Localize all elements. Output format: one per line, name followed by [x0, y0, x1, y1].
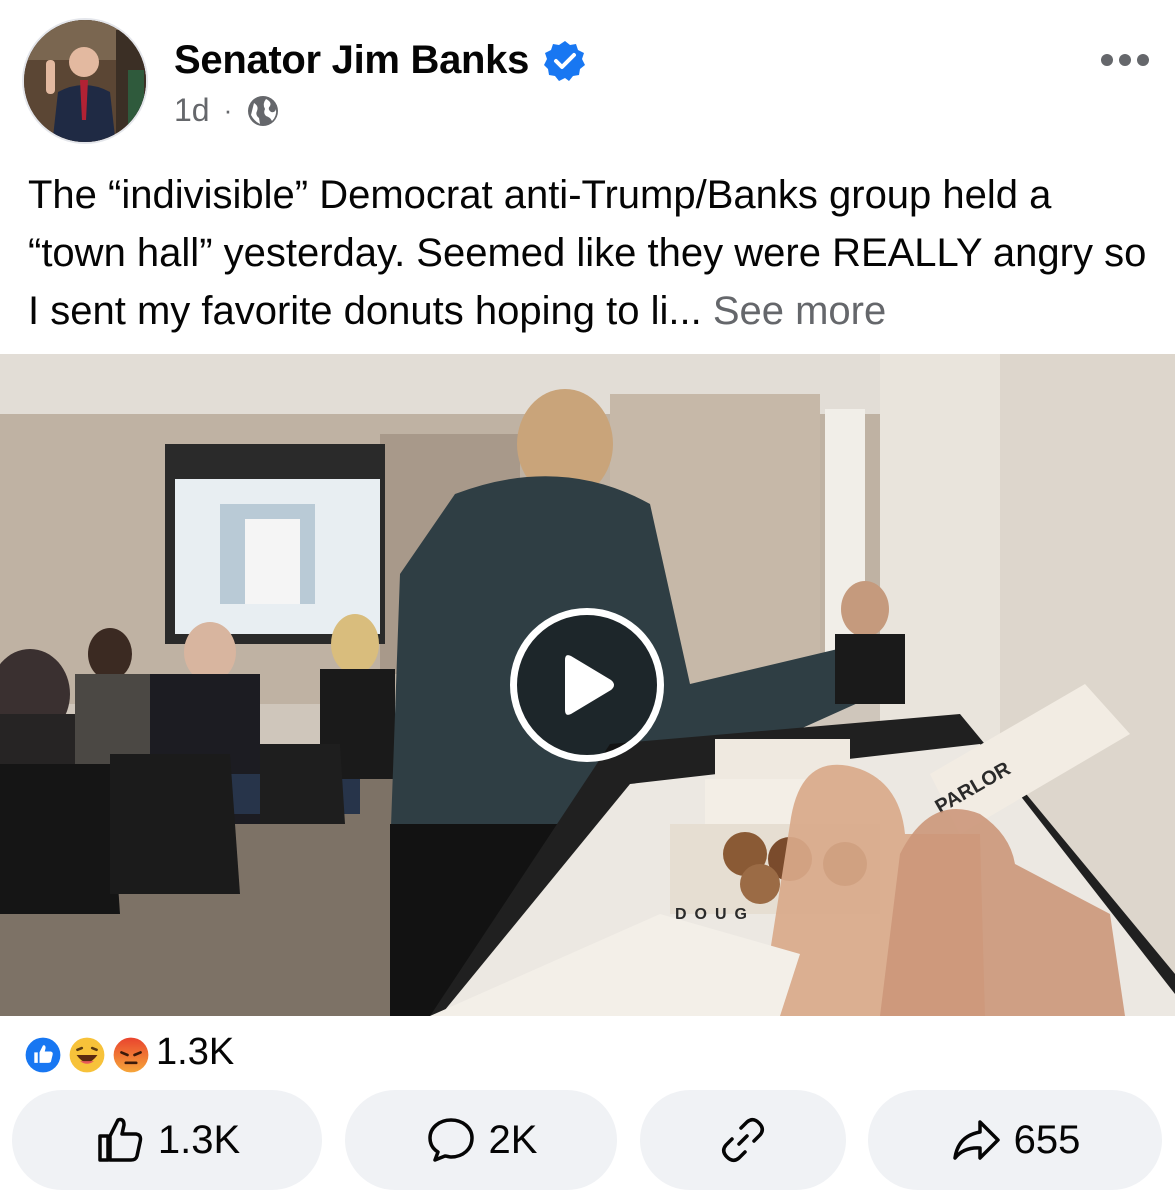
more-dot	[1101, 54, 1113, 66]
facebook-post: Senator Jim Banks 1d · The “indivisible”…	[0, 0, 1175, 1200]
comment-icon	[427, 1118, 474, 1162]
more-dot	[1119, 54, 1131, 66]
angry-reaction-icon	[108, 1032, 154, 1078]
like-count: 1.3K	[157, 1117, 241, 1162]
reaction-icons	[20, 1029, 160, 1078]
post-time[interactable]: 1d	[174, 92, 210, 129]
post-header: Senator Jim Banks 1d ·	[0, 0, 1175, 160]
comment-button[interactable]: 2K	[345, 1090, 617, 1190]
meta-separator: ·	[223, 95, 233, 125]
post-text: The “indivisible” Democrat anti-Trump/Ba…	[28, 166, 1148, 340]
thumbs-up-icon	[98, 1117, 143, 1162]
post-body: The “indivisible” Democrat anti-Trump/Ba…	[28, 173, 1147, 333]
like-reaction-icon	[20, 1032, 66, 1078]
author-name-row: Senator Jim Banks	[174, 38, 587, 83]
see-more-link[interactable]: See more	[713, 289, 886, 333]
reactions-summary[interactable]: 1.3K	[20, 1027, 235, 1078]
comment-count: 2K	[488, 1117, 538, 1162]
post-actions: 1.3K 2K 655	[0, 1090, 1175, 1190]
more-dot	[1137, 54, 1149, 66]
share-button[interactable]: 655	[868, 1090, 1162, 1190]
copy-link-button[interactable]	[640, 1090, 846, 1190]
post-meta: 1d ·	[174, 92, 280, 129]
play-icon	[565, 655, 614, 715]
avatar-image	[24, 20, 146, 142]
author-name[interactable]: Senator Jim Banks	[174, 38, 529, 83]
more-options-button[interactable]	[1093, 40, 1157, 80]
like-button[interactable]: 1.3K	[12, 1090, 322, 1190]
avatar[interactable]	[22, 18, 148, 144]
globe-icon	[248, 95, 279, 126]
link-icon	[722, 1118, 764, 1162]
share-arrow-icon	[952, 1120, 1000, 1160]
verified-badge-icon	[544, 40, 586, 81]
reaction-count: 1.3K	[156, 1030, 235, 1073]
doug-box-label: DOUG	[675, 906, 755, 923]
video-thumbnail[interactable]: PARLOR DOUG	[0, 354, 1175, 1016]
share-count: 655	[1013, 1117, 1081, 1162]
play-button[interactable]	[510, 608, 664, 762]
haha-reaction-icon	[64, 1032, 110, 1078]
